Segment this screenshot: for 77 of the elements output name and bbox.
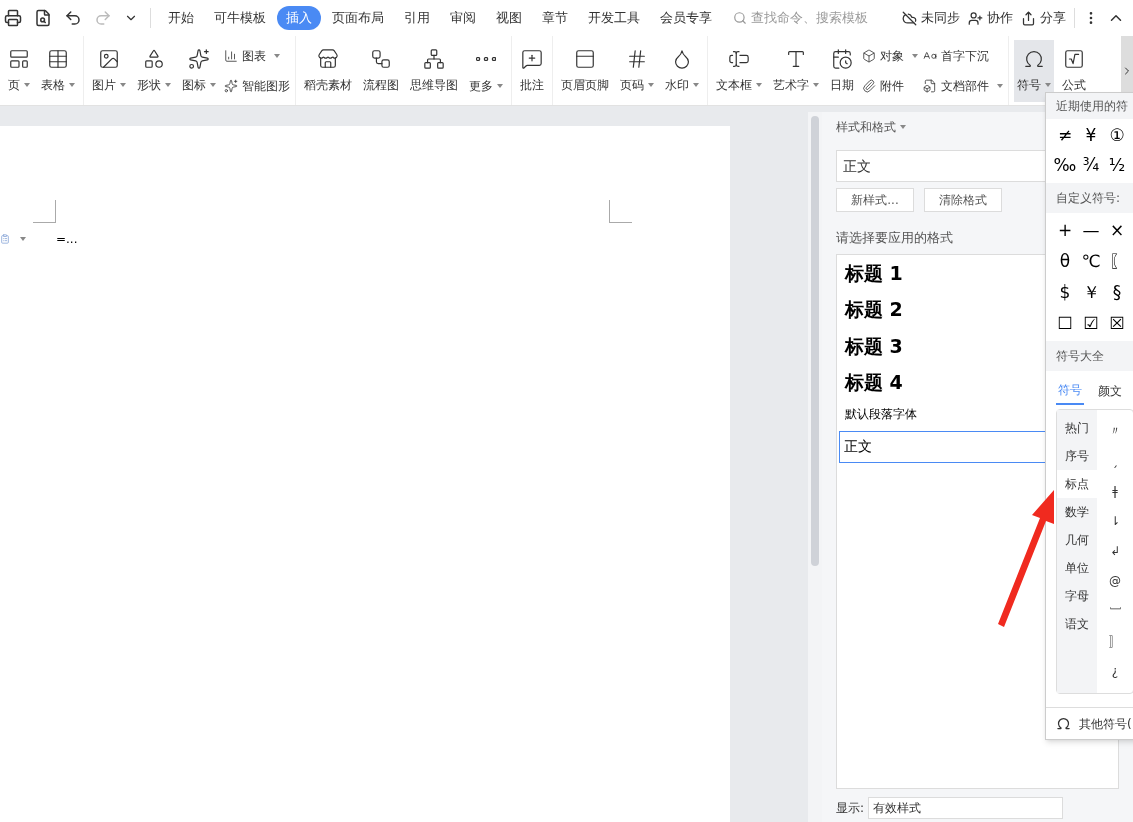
ribbon-tab[interactable]: 引用	[395, 6, 439, 30]
more-symbols-item[interactable]: 其他符号(	[1079, 714, 1132, 733]
ribbon-button[interactable]: 表格	[38, 39, 78, 102]
symbol-cell[interactable]: ℃	[1078, 248, 1104, 275]
ribbon-button[interactable]: 艺术字	[770, 39, 822, 102]
toolbar-action[interactable]: 协作	[968, 8, 1013, 28]
toolbar-action[interactable]: 分享	[1021, 8, 1066, 28]
symbol-category[interactable]: 字母	[1057, 582, 1097, 610]
ribbon-small-button[interactable]: 对象	[862, 46, 918, 65]
ribbon-tab[interactable]: 章节	[533, 6, 577, 30]
ribbon-small-button[interactable]: 图表	[224, 46, 290, 65]
symbol-cell[interactable]: ¥	[1078, 123, 1104, 149]
symbol-cell[interactable]: ǂ	[1097, 476, 1133, 506]
show-select[interactable]: 有效样式	[868, 796, 1063, 819]
ribbon-button[interactable]: 页	[5, 39, 33, 102]
ribbon-tab[interactable]: 开发工具	[579, 6, 649, 30]
symbol-cell[interactable]: @	[1097, 566, 1133, 596]
symbol-category[interactable]: 单位	[1057, 554, 1097, 582]
ribbon-tab[interactable]: 会员专享	[651, 6, 721, 30]
symbol-cell[interactable]: ¿	[1097, 656, 1133, 686]
menu-section-title: 符号大全	[1046, 341, 1133, 371]
ribbon-button[interactable]: 流程图	[360, 39, 402, 102]
symbol-cell[interactable]: ☐	[1052, 310, 1078, 337]
symbol-cell[interactable]: —	[1078, 217, 1104, 244]
document-text: =...	[56, 231, 78, 248]
ribbon-small-button[interactable]: 附件	[862, 76, 918, 95]
show-label: 显示:	[836, 799, 865, 817]
symbol-category[interactable]: 标点	[1057, 470, 1097, 498]
symbol-cell[interactable]: ‰	[1052, 153, 1078, 179]
symbol-cell[interactable]: ☑	[1078, 310, 1104, 337]
ribbon-tab[interactable]: 视图	[487, 6, 531, 30]
ribbon-tab[interactable]: 开始	[159, 6, 203, 30]
ribbon-button[interactable]: 页码	[617, 39, 657, 102]
symbol-tab[interactable]: 符号	[1056, 381, 1084, 405]
ribbon-button[interactable]: 形状	[134, 39, 174, 102]
ribbon-small-button[interactable]: 首字下沉	[923, 46, 1003, 65]
ribbon-tab[interactable]: 审阅	[441, 6, 485, 30]
symbol-cell[interactable]: ①	[1104, 123, 1130, 149]
symbol-cell[interactable]: $	[1052, 279, 1078, 306]
panel-button[interactable]: 新样式...	[836, 188, 914, 212]
panel-button[interactable]: 清除格式	[924, 188, 1002, 212]
symbol-cell[interactable]: §	[1104, 279, 1130, 306]
ribbon-tab[interactable]: 页面布局	[323, 6, 393, 30]
symbol-cell[interactable]: +	[1052, 217, 1078, 244]
symbol-cell[interactable]: 〖	[1104, 248, 1130, 275]
ribbon-button[interactable]: 批注	[517, 39, 547, 102]
symbol-cell[interactable]: ¾	[1078, 153, 1104, 179]
symbol-cell[interactable]: ﹇	[1097, 596, 1133, 626]
ribbon-button[interactable]: 稻壳素材	[301, 39, 355, 102]
symbol-cell[interactable]: ☒	[1104, 310, 1130, 337]
symbol-category[interactable]: 语文	[1057, 610, 1097, 638]
symbol-category[interactable]: 几何	[1057, 526, 1097, 554]
panel-prompt: 请选择要应用的格式	[836, 229, 953, 247]
symbol-tab[interactable]: 颜文	[1098, 381, 1122, 405]
ribbon-button[interactable]: 图片	[89, 39, 129, 102]
symbol-cell[interactable]: ↲	[1097, 536, 1133, 566]
ribbon-button[interactable]: 更多	[466, 39, 506, 102]
ribbon-button[interactable]: 页眉页脚	[558, 39, 612, 102]
menu-section-title: 自定义符号:	[1046, 183, 1133, 213]
ribbon-small-button[interactable]: 智能图形	[224, 76, 290, 95]
ribbon-button[interactable]: 符号	[1014, 39, 1054, 102]
ribbon-small-button[interactable]: 文档部件	[923, 76, 1003, 95]
menu-section-title: 近期使用的符	[1046, 93, 1133, 119]
symbol-cell[interactable]: ×	[1104, 217, 1130, 244]
symbol-cell[interactable]: ⇂	[1097, 506, 1133, 536]
toolbar-action[interactable]: 未同步	[902, 8, 960, 28]
ribbon-button[interactable]: 图标	[179, 39, 219, 102]
symbol-category[interactable]: 数学	[1057, 498, 1097, 526]
ribbon-button[interactable]: 文本框	[713, 39, 765, 102]
symbol-cell[interactable]: ≠	[1052, 123, 1078, 149]
ribbon-button[interactable]: 思维导图	[407, 39, 461, 102]
ribbon-button[interactable]: 日期	[827, 39, 857, 102]
symbol-cell[interactable]: ￥	[1078, 279, 1104, 306]
symbol-cell[interactable]: 〛	[1097, 626, 1133, 656]
symbol-cell[interactable]: θ	[1052, 248, 1078, 275]
ribbon-tab[interactable]: 可牛模板	[205, 6, 275, 30]
ribbon-button[interactable]: 水印	[662, 39, 702, 102]
